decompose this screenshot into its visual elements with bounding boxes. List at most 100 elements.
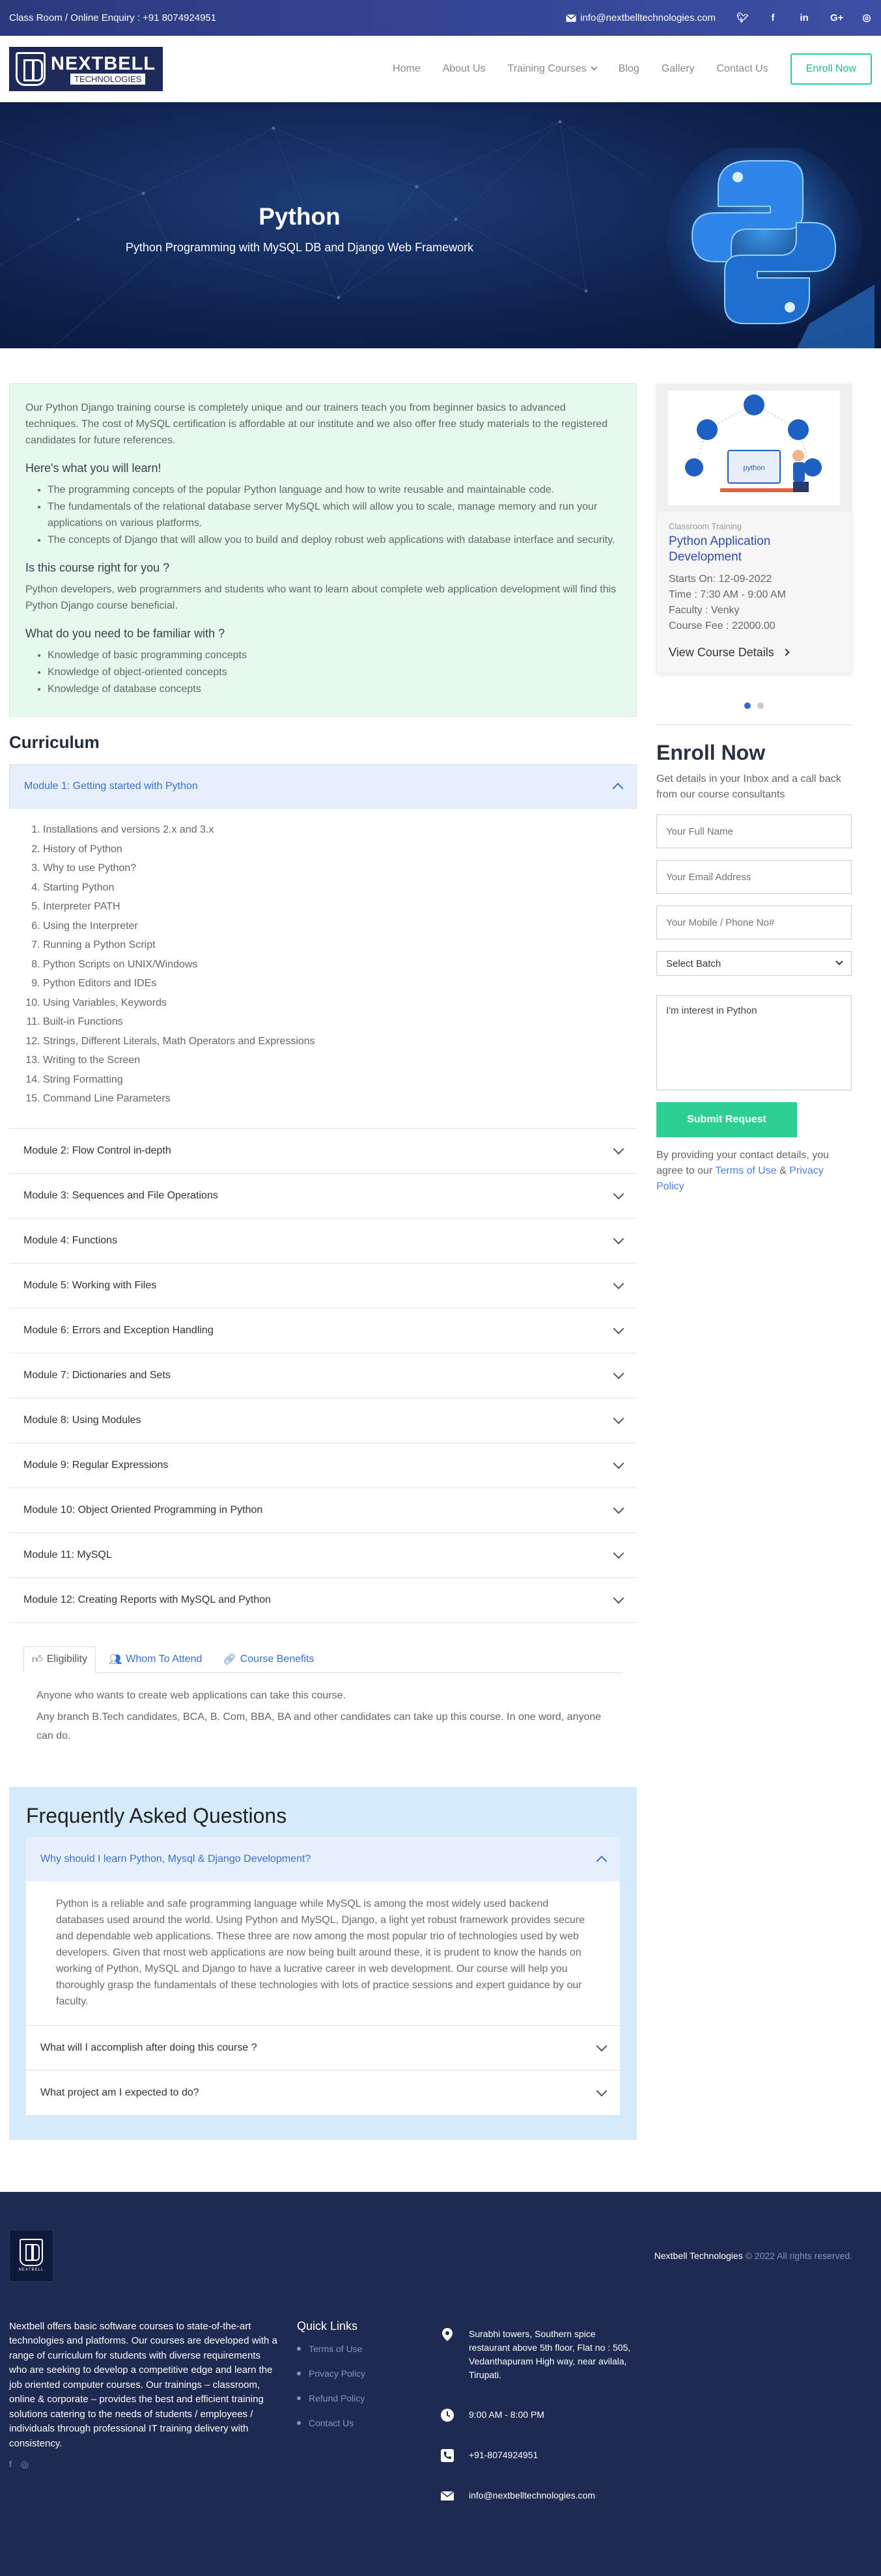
- footer-link-privacy[interactable]: Privacy Policy: [297, 2368, 365, 2379]
- footer-link-contact[interactable]: Contact Us: [297, 2418, 365, 2428]
- topbar-email-link[interactable]: info@nextbelltechnologies.com: [566, 12, 716, 23]
- instagram-icon[interactable]: ◎: [861, 12, 872, 23]
- nav-training-courses[interactable]: Training Courses: [508, 63, 598, 75]
- module-1-body: Installations and versions 2.x and 3.x H…: [9, 809, 637, 1128]
- faq-question[interactable]: What project am I expected to do?: [26, 2071, 620, 2115]
- logo-shield-icon: [16, 52, 46, 86]
- course-time: Time : 7:30 AM - 9:00 AM: [669, 589, 786, 600]
- module-header[interactable]: Module 4: Functions: [9, 1219, 637, 1263]
- module-10: Module 10: Object Oriented Programming i…: [9, 1488, 637, 1533]
- chevron-down-icon: [613, 1368, 624, 1379]
- topic-item: Using Variables, Keywords: [43, 993, 622, 1013]
- faq-title: Frequently Asked Questions: [26, 1803, 287, 1827]
- module-header[interactable]: Module 9: Regular Expressions: [9, 1443, 637, 1488]
- module-11: Module 11: MySQL: [9, 1533, 637, 1578]
- users-icon: 👥︎: [108, 1654, 122, 1665]
- module-4: Module 4: Functions: [9, 1219, 637, 1264]
- topic-item: Python Scripts on UNIX/Windows: [43, 955, 622, 975]
- chevron-down-icon: [613, 1547, 624, 1558]
- faq-question[interactable]: Why should I learn Python, Mysql & Djang…: [26, 1836, 620, 1881]
- chevron-up-icon: [596, 1855, 608, 1866]
- carousel-dots: [656, 702, 852, 709]
- module-3: Module 3: Sequences and File Operations: [9, 1174, 637, 1219]
- view-course-details-link[interactable]: View Course Details: [669, 644, 839, 660]
- chevron-down-icon: [613, 1188, 624, 1199]
- enroll-now-button[interactable]: Enroll Now: [790, 53, 872, 85]
- list-item: Knowledge of basic programming concepts: [48, 647, 621, 663]
- enroll-text: Get details in your Inbox and a call bac…: [656, 773, 841, 800]
- chevron-down-icon: [596, 2085, 608, 2096]
- facebook-icon[interactable]: f: [768, 12, 778, 23]
- chevron-down-icon: [613, 1323, 624, 1334]
- site-logo[interactable]: NEXTBELL TECHNOLOGIES: [9, 47, 163, 91]
- faq-question[interactable]: What will I accomplish after doing this …: [26, 2026, 620, 2070]
- right-for-you-heading: Is this course right for you ?: [25, 561, 170, 574]
- nav-gallery[interactable]: Gallery: [662, 63, 695, 75]
- twitter-icon[interactable]: 🐦︎: [736, 12, 749, 23]
- carousel-dot[interactable]: [757, 702, 764, 709]
- tab-course-benefits[interactable]: 🔗︎ Course Benefits: [215, 1646, 322, 1673]
- top-bar: Class Room / Online Enquiry : +91 807492…: [0, 0, 881, 36]
- full-name-input[interactable]: [656, 814, 852, 848]
- chevron-down-icon: [596, 2040, 608, 2051]
- footer-link-terms[interactable]: Terms of Use: [297, 2344, 365, 2354]
- phone-icon: [441, 2448, 454, 2462]
- enquiry-text: Class Room / Online Enquiry : +91 807492…: [9, 12, 217, 23]
- chevron-down-icon: [613, 1143, 624, 1154]
- mail-icon: [440, 2490, 454, 2500]
- course-name-link[interactable]: Python Application Development: [669, 534, 839, 565]
- footer-email-link[interactable]: info@nextbelltechnologies.com: [469, 2489, 595, 2502]
- nav-home[interactable]: Home: [393, 63, 421, 75]
- instagram-icon[interactable]: ◎: [21, 2459, 29, 2470]
- nav-about-us[interactable]: About Us: [443, 63, 486, 75]
- course-category: Classroom Training: [669, 521, 742, 531]
- tab-whom-to-attend[interactable]: 👥︎ Whom To Attend: [101, 1646, 210, 1673]
- carousel-dot[interactable]: [744, 702, 751, 709]
- footer-hours: 9:00 AM - 8:00 PM: [440, 2408, 636, 2422]
- module-6: Module 6: Errors and Exception Handling: [9, 1309, 637, 1353]
- thumbs-up-icon: 👍︎: [32, 1654, 43, 1665]
- tab-eligibility[interactable]: 👍︎ Eligibility: [23, 1646, 96, 1673]
- module-header[interactable]: Module 11: MySQL: [9, 1533, 637, 1577]
- module-header[interactable]: Module 2: Flow Control in-depth: [9, 1129, 637, 1173]
- nav-contact-us[interactable]: Contact Us: [717, 63, 768, 75]
- footer-link-refund[interactable]: Refund Policy: [297, 2393, 365, 2403]
- chevron-down-icon: [613, 1458, 624, 1469]
- module-12: Module 12: Creating Reports with MySQL a…: [9, 1578, 637, 1623]
- email-input[interactable]: [656, 860, 852, 894]
- topic-item: Writing to the Screen: [43, 1051, 622, 1070]
- module-header[interactable]: Module 8: Using Modules: [9, 1398, 637, 1443]
- intro-paragraph: Our Python Django training course is com…: [25, 402, 608, 446]
- topic-item: Running a Python Script: [43, 935, 622, 955]
- module-header[interactable]: Module 6: Errors and Exception Handling: [9, 1309, 637, 1353]
- module-header[interactable]: Module 1: Getting started with Python: [9, 764, 637, 809]
- linkedin-icon[interactable]: in: [799, 12, 809, 23]
- nav-blog[interactable]: Blog: [619, 63, 639, 75]
- module-header[interactable]: Module 3: Sequences and File Operations: [9, 1174, 637, 1218]
- topic-item: Interpreter PATH: [43, 897, 622, 917]
- module-header[interactable]: Module 10: Object Oriented Programming i…: [9, 1488, 637, 1532]
- list-item: Knowledge of database concepts: [48, 681, 621, 697]
- footer-contact: Surabhi towers, Southern spice restauran…: [440, 2327, 636, 2529]
- phone-input[interactable]: [656, 906, 852, 939]
- module-header[interactable]: Module 7: Dictionaries and Sets: [9, 1353, 637, 1398]
- facebook-icon[interactable]: f: [9, 2459, 12, 2470]
- topic-item: Command Line Parameters: [43, 1089, 622, 1109]
- link-icon: 🔗︎: [223, 1654, 236, 1665]
- footer-about: Nextbell offers basic software courses t…: [9, 2320, 277, 2449]
- footer-copyright: Nextbell Technologies © 2022 All rights …: [654, 2250, 852, 2261]
- batch-select[interactable]: Select Batch: [656, 951, 852, 976]
- module-9: Module 9: Regular Expressions: [9, 1443, 637, 1488]
- footer-logo[interactable]: NEXTBELL: [9, 2229, 53, 2282]
- module-header[interactable]: Module 12: Creating Reports with MySQL a…: [9, 1578, 637, 1622]
- message-textarea[interactable]: I'm interest in Python: [656, 995, 852, 1090]
- google-plus-icon[interactable]: G+: [830, 12, 843, 23]
- terms-of-use-link[interactable]: Terms of Use: [715, 1165, 776, 1176]
- site-header: NEXTBELL TECHNOLOGIES Home About Us Trai…: [0, 36, 881, 102]
- topic-item: String Formatting: [43, 1070, 622, 1090]
- list-item: The concepts of Django that will allow y…: [48, 532, 621, 548]
- course-card: python Classroom Training Python Applica…: [656, 383, 852, 674]
- module-header[interactable]: Module 5: Working with Files: [9, 1264, 637, 1308]
- chevron-right-icon: [782, 648, 790, 656]
- submit-request-button[interactable]: Submit Request: [656, 1102, 797, 1137]
